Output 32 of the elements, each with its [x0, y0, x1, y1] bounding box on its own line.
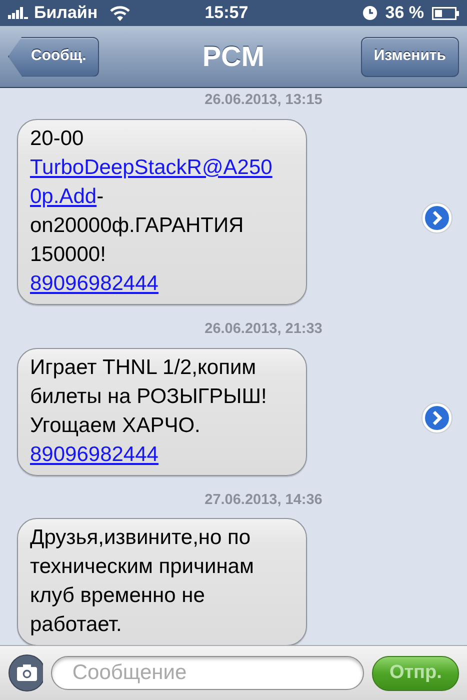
signal-icon	[8, 7, 30, 19]
message-text: Угощаем ХАРЧО.	[30, 414, 200, 436]
message-timestamp: 27.06.2013, 14:36	[204, 490, 324, 510]
message-text: 20-00	[30, 126, 84, 150]
message-timestamp: 26.06.2013, 21:33	[204, 320, 324, 339]
battery-icon	[432, 6, 459, 20]
disclosure-icon[interactable]	[421, 402, 453, 434]
message-input[interactable]: Сообщение	[51, 656, 364, 690]
clock-icon	[363, 6, 378, 20]
carrier-name: Билайн	[34, 2, 98, 24]
message-text: Играет THNL 1/2,копим	[30, 356, 256, 378]
wifi-icon	[110, 6, 130, 20]
status-time: 15:57	[204, 2, 250, 24]
back-button[interactable]: Сообщ.	[8, 36, 100, 76]
message-text: техническим причинам	[30, 555, 254, 578]
message-text: Друзья,извините,но по	[30, 526, 251, 550]
camera-button[interactable]	[8, 654, 44, 692]
message-timestamp: 26.06.2013, 13:15	[204, 91, 324, 110]
message-link[interactable]: TurboDeepStackR@A250	[30, 156, 272, 179]
message-link[interactable]: 89096982444	[30, 272, 158, 295]
message-link[interactable]: 0p.Add	[30, 184, 97, 208]
message-text: 150000!	[30, 242, 106, 266]
battery-percent: 36 %	[385, 2, 424, 24]
conversation-title: PCM	[202, 40, 265, 74]
message-text: билеты на РОЗЫГРЫШ!	[30, 384, 267, 408]
edit-button[interactable]: Изменить	[360, 36, 459, 76]
message-link[interactable]: 89096982444	[30, 442, 158, 466]
message-text: -	[96, 184, 104, 208]
message-text: клуб временно не	[30, 584, 205, 608]
message-text: on20000ф.ГАРАНТИЯ	[30, 214, 244, 237]
message-text: работает.	[30, 613, 122, 636]
disclosure-icon[interactable]	[421, 202, 453, 234]
